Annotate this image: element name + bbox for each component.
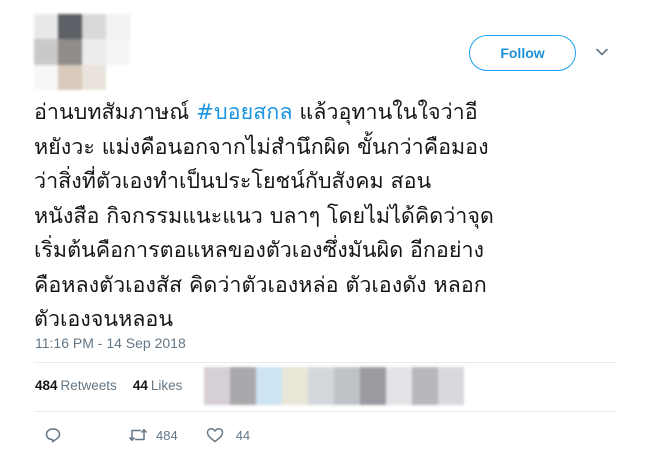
- tweet-stats: 484 Retweets 44 Likes: [35, 378, 182, 393]
- liker-avatars[interactable]: [204, 367, 464, 405]
- divider: [34, 362, 616, 363]
- retweets-stat[interactable]: 484 Retweets: [35, 378, 117, 393]
- retweet-button[interactable]: 484: [128, 427, 178, 443]
- heart-icon: [206, 427, 223, 443]
- reply-button[interactable]: [44, 426, 62, 444]
- like-button[interactable]: 44: [206, 427, 250, 443]
- likes-stat[interactable]: 44 Likes: [133, 378, 183, 393]
- likes-count: 44: [132, 378, 148, 393]
- retweets-label: Retweets: [60, 378, 117, 393]
- tweet-text: อ่านบทสัมภาษณ์ #บอยสกล แล้วอุทานในใจว่าอ…: [34, 96, 634, 338]
- tweet-text-rest: แล้วอุทานในใจว่าอี หยังวะ แม่งคือนอกจากไ…: [34, 100, 494, 332]
- retweets-count: 484: [35, 378, 58, 393]
- avatar[interactable]: [34, 14, 130, 90]
- divider: [34, 411, 616, 412]
- tweet-actions: 484 44: [44, 426, 250, 444]
- reply-icon: [45, 428, 61, 443]
- likes-label: Likes: [150, 378, 183, 393]
- retweet-icon: [128, 429, 148, 441]
- tweet-card: Follow อ่านบทสัมภาษณ์ #บอยสกล แล้วอุทานใ…: [0, 0, 650, 468]
- retweet-count: 484: [156, 427, 178, 443]
- follow-button[interactable]: Follow: [469, 35, 576, 71]
- chevron-down-icon[interactable]: [594, 44, 610, 60]
- tweet-text-start: อ่านบทสัมภาษณ์: [34, 100, 196, 125]
- hashtag-link[interactable]: #บอยสกล: [196, 100, 293, 125]
- tweet-timestamp[interactable]: 11:16 PM - 14 Sep 2018: [35, 335, 186, 351]
- like-count: 44: [235, 427, 251, 443]
